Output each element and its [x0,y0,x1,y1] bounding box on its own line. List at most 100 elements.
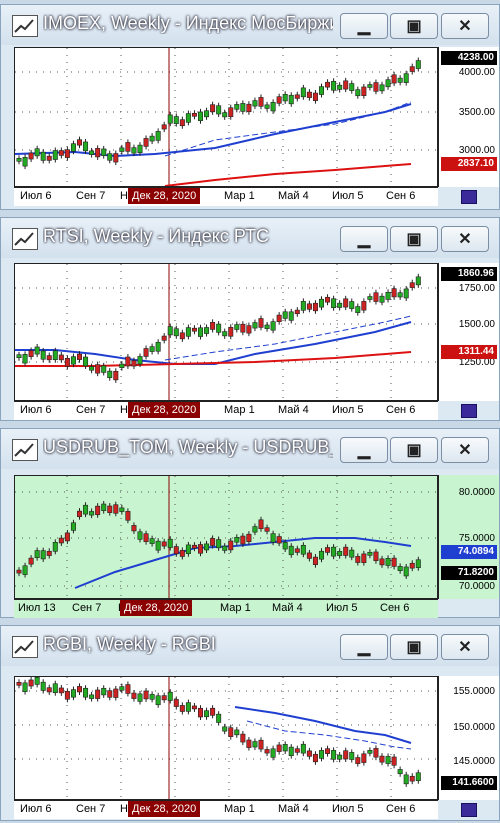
maximize-button[interactable]: ▣ [390,437,438,463]
candle-body [373,292,379,302]
chart-window-imoex[interactable]: IMOEX, Weekly - Индекс МосБиржи ▁ ▣ ✕ 40… [0,4,500,210]
y-tick: 155.0000 [453,686,495,697]
x-label: Июл 5 [332,190,364,202]
candle-body [288,94,294,105]
candle-body [300,544,306,555]
minimize-button[interactable]: ▁ [340,437,388,463]
candle-body [185,113,191,123]
cursor-date-label: Дек 28, 2020 [128,402,201,418]
candle-body [361,86,367,97]
title-bar[interactable]: IMOEX, Weekly - Индекс МосБиржи ▁ ▣ ✕ [1,5,499,45]
last-price-tag: 141.6600 [441,776,497,790]
candle-body [107,370,113,379]
candle-body [391,756,397,766]
last-price-tag: 4238.00 [441,51,497,65]
candle-body [113,504,119,514]
candle-body [137,693,143,702]
title-bar[interactable]: RTSI, Weekly - Индекс РТС ▁ ▣ ✕ [1,218,499,258]
time-axis[interactable]: Июл 13 Сен 7 Н Дек 28, 2020 Мар 1 Май 4 … [14,599,438,618]
candle-body [107,690,113,698]
candle-body [149,135,155,142]
x-label: Сен 7 [76,803,106,815]
candle-body [294,94,300,99]
x-label: Н [120,803,128,815]
candle-body [343,546,349,556]
chart-window-rgbi[interactable]: RGBI, Weekly - RGBI ▁ ▣ ✕ 155.0000 150.0… [0,625,500,821]
minimize-icon: ▁ [357,442,371,459]
candle-body [113,688,119,698]
x-label: Сен 7 [76,404,106,416]
scale-toggle-button[interactable] [461,190,477,204]
price-chart-plot[interactable] [14,263,438,401]
close-button[interactable]: ✕ [441,437,489,463]
close-button[interactable]: ✕ [441,634,489,660]
maximize-button[interactable]: ▣ [390,634,438,660]
candle-body [337,84,343,90]
time-axis[interactable]: Июл 6 Сен 7 Н Дек 28, 2020 Мар 1 Май 4 И… [14,187,438,206]
candle-body [137,531,143,540]
candle-body [397,77,403,83]
minimize-icon: ▁ [357,639,371,656]
chart-window-usdrub[interactable]: USDRUB_TOM, Weekly - USDRUB_T... ▁ ▣ ✕ 8… [0,428,500,618]
candle-body [95,689,101,699]
chart-window-rtsi[interactable]: RTSI, Weekly - Индекс РТС ▁ ▣ ✕ 1750.00 … [0,217,500,421]
x-label: Июл 6 [20,190,52,202]
y-tick: 145.0000 [453,756,495,767]
candle-body [125,356,131,367]
candle-body [385,558,391,566]
candle-body [34,148,40,157]
close-button[interactable]: ✕ [441,13,489,39]
candle-body [276,536,282,544]
candle-body [349,301,355,309]
price-chart-plot[interactable] [14,475,438,599]
candle-body [52,350,58,361]
candle-body [143,533,149,542]
price-chart-plot[interactable] [14,47,438,187]
candle-body [34,677,40,685]
candle-body [288,311,294,321]
minimize-button[interactable]: ▁ [340,13,388,39]
close-icon: ✕ [458,639,472,656]
candle-body [204,110,210,118]
candle-body [361,301,367,311]
candle-body [22,565,28,575]
price-axis[interactable]: 4000.00 3500.00 3000.00 4238.00 2837.10 [438,47,499,187]
candle-body [379,558,385,566]
candle-body [258,318,264,328]
price-axis[interactable]: 80.0000 75.0000 70.0000 74.0894 71.8200 [438,475,499,599]
candle-body [258,97,264,107]
candle-body [16,354,22,358]
price-axis[interactable]: 1750.00 1500.00 1250.00 1860.96 1311.44 [438,263,499,401]
time-axis[interactable]: Июл 6 Сен 7 Н Дек 28, 2020 Мар 1 Май 4 И… [14,800,438,819]
candle-body [137,356,143,365]
candle-body [191,327,197,332]
price-chart-plot[interactable] [14,676,438,800]
minimize-button[interactable]: ▁ [340,226,388,252]
candle-body [216,323,222,333]
candlestick-chart [15,677,437,799]
scale-toggle-button[interactable] [461,404,477,418]
candle-body [216,105,222,115]
candle-body [70,522,76,531]
title-bar[interactable]: RGBI, Weekly - RGBI ▁ ▣ ✕ [1,626,499,666]
candle-body [282,311,288,319]
minimize-button[interactable]: ▁ [340,634,388,660]
maximize-button[interactable]: ▣ [390,13,438,39]
chart-app-icon [12,228,38,250]
candle-body [397,292,403,298]
candle-body [306,552,312,559]
candle-body [318,750,324,759]
candle-body [70,689,76,698]
time-axis[interactable]: Июл 6 Сен 7 Н Дек 28, 2020 Мар 1 Май 4 И… [14,401,438,420]
maximize-button[interactable]: ▣ [390,226,438,252]
candle-body [70,356,76,365]
candle-body [318,298,324,308]
price-axis[interactable]: 155.0000 150.0000 145.0000 141.6600 [438,676,499,800]
candle-body [64,690,70,700]
candle-body [58,150,64,156]
candle-body [161,124,167,130]
candle-body [52,683,58,694]
title-bar[interactable]: USDRUB_TOM, Weekly - USDRUB_T... ▁ ▣ ✕ [1,429,499,469]
scale-toggle-button[interactable] [461,803,477,817]
close-button[interactable]: ✕ [441,226,489,252]
